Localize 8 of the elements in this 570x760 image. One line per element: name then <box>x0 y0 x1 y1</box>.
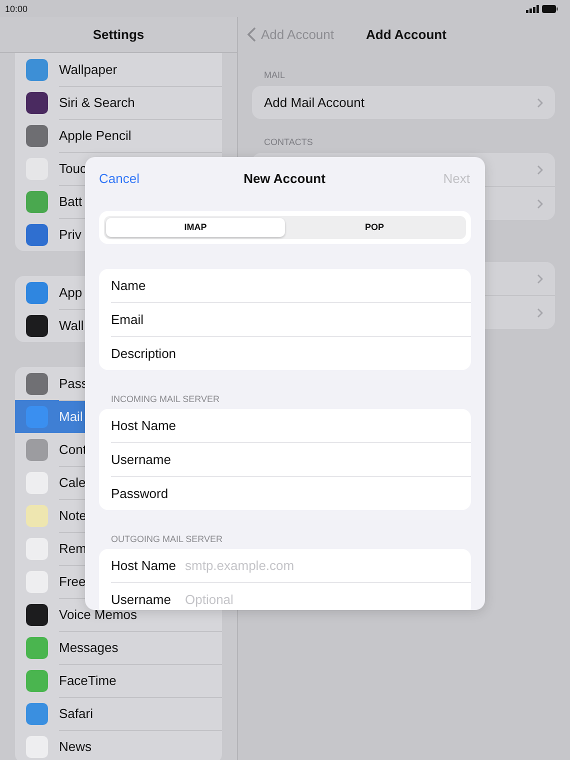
sidebar-title: Settings <box>92 27 144 42</box>
section-header: INCOMING MAIL SERVER <box>110 393 221 406</box>
section-header: CONTACTS <box>263 136 314 149</box>
section-header: OUTGOING MAIL SERVER <box>110 533 224 546</box>
page-title: Add Account <box>366 27 446 42</box>
section-header: MAIL <box>263 69 286 82</box>
sheet-title: New Account <box>244 170 326 186</box>
status-time: 10:00 <box>5 4 28 14</box>
